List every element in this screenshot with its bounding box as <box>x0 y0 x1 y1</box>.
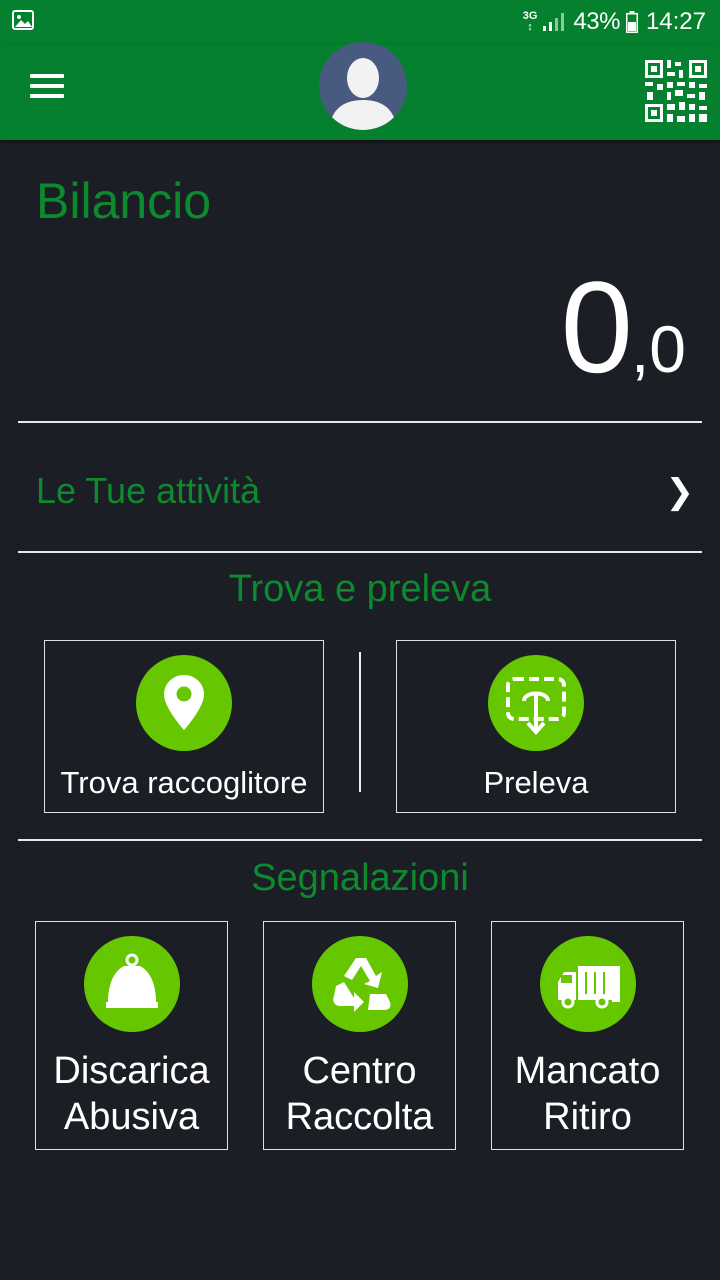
find-collector-label: Trova raccoglitore <box>60 765 308 800</box>
battery-percent: 43% <box>573 8 620 35</box>
signal-icon <box>543 13 565 31</box>
network-activity-arrows: ↕ <box>527 21 533 33</box>
missed-pickup-report-button[interactable]: Mancato Ritiro <box>491 921 684 1150</box>
divider <box>18 421 702 423</box>
garbage-bag-icon <box>83 936 180 1032</box>
divider <box>18 839 702 841</box>
gallery-notification-icon <box>12 10 34 30</box>
missed-pickup-label-line2: Ritiro <box>543 1096 632 1138</box>
balance-value: 0,0 <box>561 262 686 392</box>
withdraw-button[interactable]: Preleva <box>396 640 676 813</box>
map-pin-icon <box>136 655 232 751</box>
withdraw-touch-icon <box>488 655 584 751</box>
reports-section-title: Segnalazioni <box>251 857 469 899</box>
qr-code-icon[interactable] <box>643 58 709 124</box>
collection-center-label-line1: Centro <box>302 1050 417 1092</box>
recycle-icon <box>311 936 408 1032</box>
divider <box>18 551 702 553</box>
status-indicators: 3G ↕ 43% 14:27 <box>523 6 706 38</box>
withdraw-label: Preleva <box>483 765 589 800</box>
balance-title: Bilancio <box>36 173 212 229</box>
garbage-truck-icon <box>539 936 636 1032</box>
hamburger-menu-icon[interactable] <box>30 74 68 108</box>
app-bar <box>0 42 720 140</box>
illegal-dump-label-line1: Discarica <box>53 1050 210 1092</box>
chevron-right-icon: ❯ <box>665 473 695 511</box>
activities-link[interactable]: Le Tue attività ❯ <box>18 424 702 552</box>
vertical-divider <box>359 652 361 792</box>
status-bar: 3G ↕ 43% 14:27 <box>0 0 720 44</box>
battery-icon <box>625 11 638 33</box>
illegal-dump-label-line2: Abusiva <box>63 1096 200 1138</box>
clock: 14:27 <box>645 8 706 35</box>
balance-decimal-part: ,0 <box>630 312 686 386</box>
find-collector-button[interactable]: Trova raccoglitore <box>44 640 324 813</box>
balance-integer-part: 0 <box>560 254 633 400</box>
network-type: 3G ↕ <box>523 11 538 33</box>
illegal-dump-report-button[interactable]: Discarica Abusiva <box>35 921 228 1150</box>
activities-label: Le Tue attività <box>36 470 261 511</box>
collection-center-label-line2: Raccolta <box>285 1096 434 1138</box>
collection-center-report-button[interactable]: Centro Raccolta <box>263 921 456 1150</box>
find-section-title: Trova e preleva <box>228 568 492 610</box>
user-avatar-icon[interactable] <box>319 42 407 130</box>
missed-pickup-label-line1: Mancato <box>514 1050 661 1092</box>
